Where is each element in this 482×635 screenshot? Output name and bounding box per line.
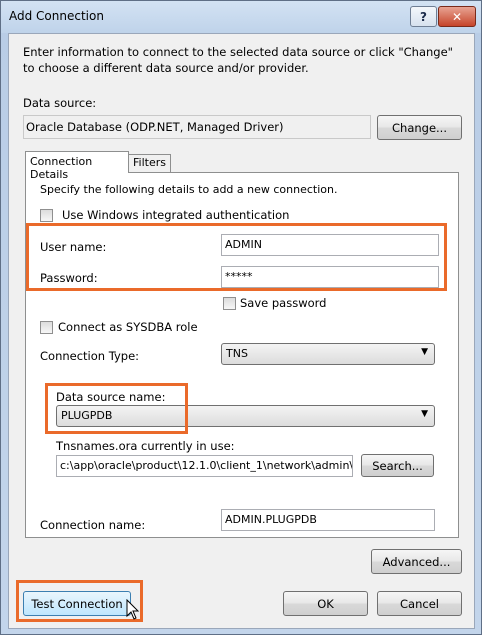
save-password-checkbox[interactable] bbox=[223, 297, 236, 310]
chevron-down-icon: ▼ bbox=[421, 347, 428, 357]
close-button[interactable]: ✕ bbox=[438, 6, 476, 27]
connection-type-value: TNS bbox=[226, 347, 248, 360]
data-source-name-label: Data source name: bbox=[56, 390, 166, 404]
connection-type-select[interactable]: TNS ▼ bbox=[221, 343, 435, 365]
intro-text: Enter information to connect to the sele… bbox=[23, 45, 453, 75]
test-connection-button[interactable]: Test Connection bbox=[23, 591, 131, 616]
help-button[interactable]: ? bbox=[410, 6, 437, 27]
connection-type-label: Connection Type: bbox=[40, 349, 140, 363]
windows-auth-checkbox[interactable] bbox=[40, 209, 53, 222]
change-button[interactable]: Change... bbox=[377, 115, 462, 140]
connection-details-panel: Specify the following details to add a n… bbox=[25, 172, 459, 538]
tab-connection-details[interactable]: Connection Details bbox=[25, 151, 129, 181]
chevron-down-icon: ▼ bbox=[421, 409, 428, 419]
data-source-label: Data source: bbox=[23, 96, 97, 110]
password-label: Password: bbox=[40, 271, 98, 285]
data-source-field: Oracle Database (ODP.NET, Managed Driver… bbox=[23, 115, 371, 139]
tnsnames-label: Tnsnames.ora currently in use: bbox=[56, 439, 235, 453]
connection-name-label: Connection name: bbox=[40, 518, 146, 532]
password-input[interactable]: ***** bbox=[221, 266, 439, 288]
user-name-input[interactable]: ADMIN bbox=[221, 234, 439, 256]
window-title: Add Connection bbox=[9, 9, 104, 23]
sysdba-label: Connect as SYSDBA role bbox=[58, 320, 198, 334]
data-source-name-value: PLUGPDB bbox=[61, 409, 113, 422]
data-source-name-select[interactable]: PLUGPDB ▼ bbox=[56, 405, 435, 427]
ok-button[interactable]: OK bbox=[283, 591, 368, 616]
title-bar: Add Connection ? ✕ bbox=[1, 1, 481, 33]
close-icon: ✕ bbox=[451, 9, 463, 24]
tnsnames-path-field[interactable]: c:\app\oracle\product\12.1.0\client_1\ne… bbox=[56, 455, 353, 477]
advanced-button[interactable]: Advanced... bbox=[371, 549, 462, 574]
user-name-label: User name: bbox=[40, 240, 107, 254]
search-button[interactable]: Search... bbox=[361, 454, 434, 477]
save-password-label: Save password bbox=[240, 296, 327, 310]
details-instruction: Specify the following details to add a n… bbox=[40, 183, 338, 196]
tab-filters[interactable]: Filters bbox=[128, 154, 171, 172]
sysdba-checkbox[interactable] bbox=[40, 321, 53, 334]
mouse-pointer-icon bbox=[126, 599, 140, 620]
dialog-client-area: Enter information to connect to the sele… bbox=[8, 33, 475, 629]
cancel-button[interactable]: Cancel bbox=[377, 591, 462, 616]
help-icon: ? bbox=[420, 9, 427, 24]
windows-auth-label: Use Windows integrated authentication bbox=[62, 208, 290, 222]
add-connection-dialog: Add Connection ? ✕ Enter information to … bbox=[0, 0, 482, 635]
connection-name-input[interactable]: ADMIN.PLUGPDB bbox=[221, 509, 435, 531]
